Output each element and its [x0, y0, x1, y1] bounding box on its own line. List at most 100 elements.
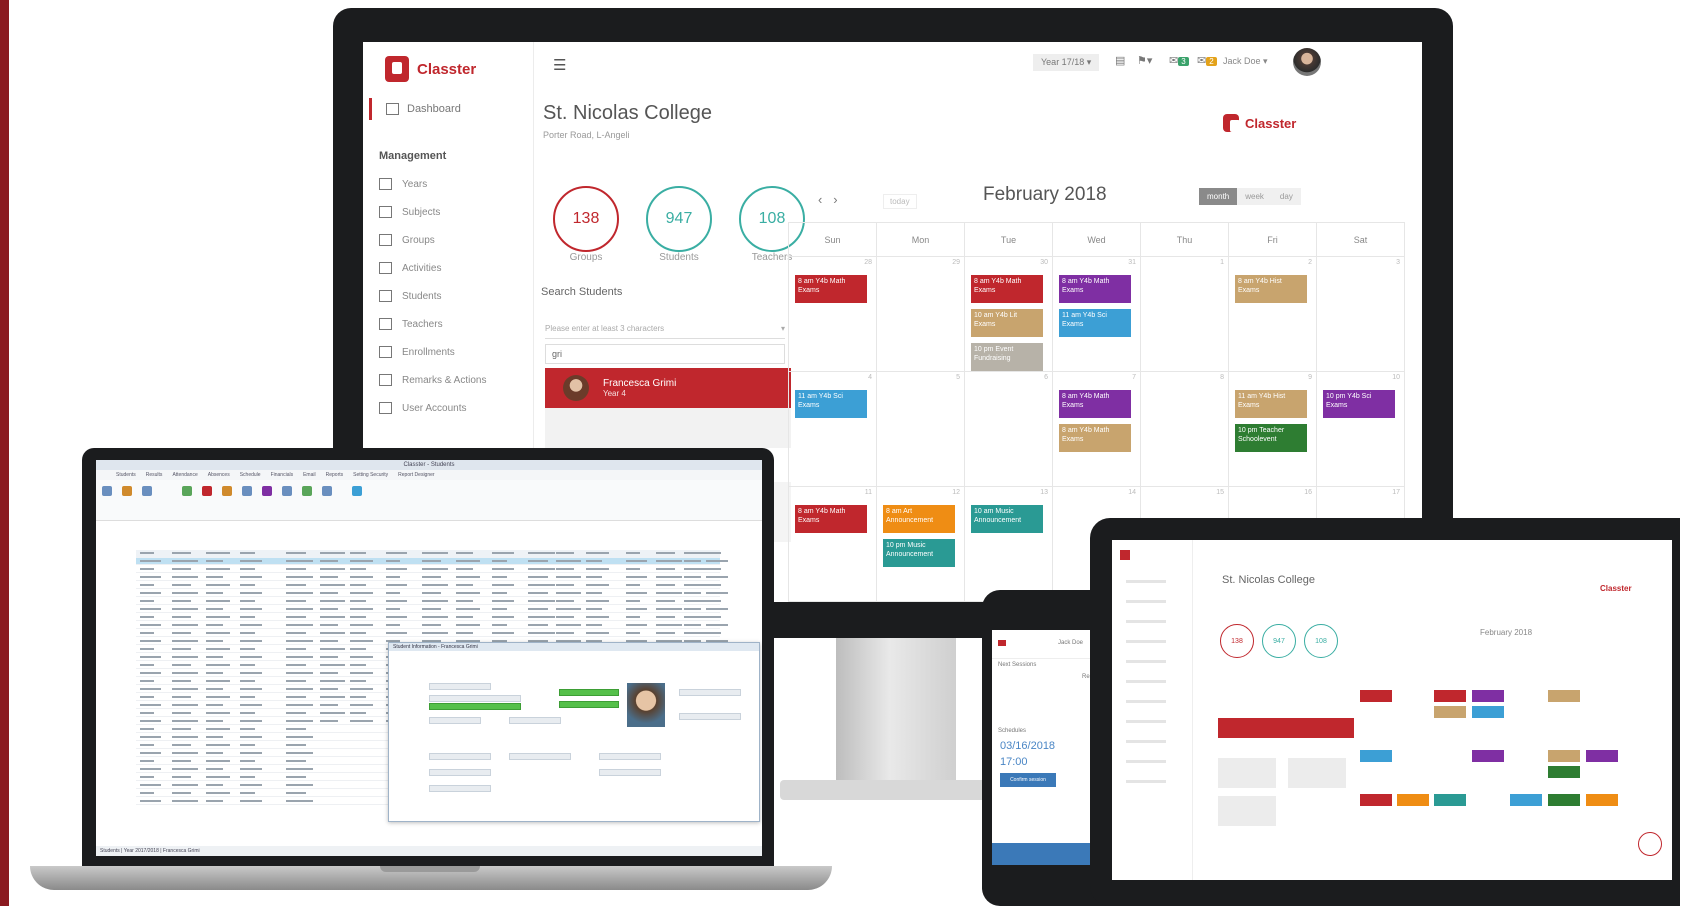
- sidebar-line[interactable]: [1126, 600, 1166, 603]
- table-row[interactable]: [136, 606, 728, 613]
- chevron-left-icon[interactable]: ‹: [818, 192, 822, 207]
- search-input[interactable]: gri: [545, 344, 785, 364]
- calendar-day-cell[interactable]: 1: [1141, 257, 1229, 372]
- calendar-day-cell[interactable]: 8: [1141, 372, 1229, 487]
- chevron-right-icon[interactable]: ›: [833, 192, 837, 207]
- tablet-stat-students[interactable]: 947: [1262, 624, 1296, 658]
- form-field[interactable]: [679, 713, 741, 720]
- sidebar-line[interactable]: [1126, 700, 1166, 703]
- messages-icon[interactable]: ✉ 2: [1197, 54, 1217, 67]
- user-menu[interactable]: Jack Doe ▾: [1223, 56, 1268, 67]
- sidebar-item-dashboard[interactable]: Dashboard: [369, 98, 461, 120]
- calendar-event[interactable]: 8 am Y4b Math Exams: [795, 275, 867, 303]
- calendar-day-cell[interactable]: 3: [1317, 257, 1405, 372]
- tablet-event[interactable]: [1548, 794, 1580, 806]
- toolbar-icon[interactable]: [302, 486, 312, 496]
- ribbon-tab[interactable]: Absences: [208, 472, 230, 478]
- calendar-day-cell[interactable]: 6: [965, 372, 1053, 487]
- tablet-tile[interactable]: [1288, 758, 1346, 788]
- sidebar-item-years[interactable]: Years: [379, 178, 427, 190]
- toolbar-icon[interactable]: [262, 486, 272, 496]
- tablet-event[interactable]: [1510, 794, 1542, 806]
- ribbon-tab[interactable]: Financials: [271, 472, 294, 478]
- hamburger-menu-icon[interactable]: ☰: [553, 56, 566, 74]
- calendar-event[interactable]: 8 am Art Announcement: [883, 505, 955, 533]
- today-button[interactable]: today: [883, 194, 917, 209]
- ribbon-tab[interactable]: Email: [303, 472, 316, 478]
- tablet-event[interactable]: [1434, 706, 1466, 718]
- calendar-event[interactable]: 8 am Y4b Math Exams: [1059, 275, 1131, 303]
- search-select[interactable]: Please enter at least 3 characters ▾: [545, 318, 785, 339]
- toolbar-icon[interactable]: [352, 486, 362, 496]
- tablet-tile[interactable]: [1218, 758, 1276, 788]
- tablet-event[interactable]: [1472, 690, 1504, 702]
- table-row[interactable]: [136, 582, 721, 589]
- view-week-button[interactable]: week: [1237, 188, 1272, 205]
- tablet-event[interactable]: [1360, 750, 1392, 762]
- form-field-highlight[interactable]: [559, 701, 619, 708]
- sidebar-item-user-accounts[interactable]: User Accounts: [379, 402, 466, 414]
- sidebar-line[interactable]: [1126, 740, 1166, 743]
- confirm-session-button[interactable]: Confirm session: [1000, 773, 1056, 787]
- toolbar-icon[interactable]: [182, 486, 192, 496]
- calendar-event[interactable]: 11 am Y4b Sci Exams: [795, 390, 867, 418]
- avatar[interactable]: [1293, 48, 1321, 76]
- calendar-event[interactable]: 11 am Y4b Hist Exams: [1235, 390, 1307, 418]
- stat-students[interactable]: 947 Students: [646, 186, 712, 263]
- sidebar-line[interactable]: [1126, 660, 1166, 663]
- view-day-button[interactable]: day: [1271, 188, 1301, 205]
- tablet-stat-teachers[interactable]: 108: [1304, 624, 1338, 658]
- sidebar-line[interactable]: [1126, 780, 1166, 783]
- ribbon-tab[interactable]: Attendance: [172, 472, 197, 478]
- toolbar-icon[interactable]: [322, 486, 332, 496]
- calendar-event[interactable]: 8 am Y4b Hist Exams: [1235, 275, 1307, 303]
- tablet-event[interactable]: [1472, 706, 1504, 718]
- ribbon-tab[interactable]: Report Designer: [398, 472, 434, 478]
- form-field[interactable]: [429, 695, 521, 702]
- calendar-event[interactable]: 10 pm Teacher Schoolevent: [1235, 424, 1307, 452]
- notifications-icon[interactable]: ✉ 3: [1169, 54, 1189, 67]
- calendar-event[interactable]: 11 am Y4b Sci Exams: [1059, 309, 1131, 337]
- form-field[interactable]: [679, 689, 741, 696]
- calendar-event[interactable]: 10 am Music Announcement: [971, 505, 1043, 533]
- calendar-event[interactable]: 10 pm Y4b Sci Exams: [1323, 390, 1395, 418]
- table-row[interactable]: [136, 630, 721, 637]
- cart-icon[interactable]: ▤: [1115, 54, 1125, 67]
- sidebar-line[interactable]: [1126, 760, 1166, 763]
- form-field[interactable]: [429, 717, 481, 724]
- sidebar-item-subjects[interactable]: Subjects: [379, 206, 440, 218]
- table-row[interactable]: [136, 614, 721, 621]
- calendar-event[interactable]: 10 pm Music Announcement: [883, 539, 955, 567]
- sidebar-item-remarks[interactable]: Remarks & Actions: [379, 374, 486, 386]
- sidebar-line[interactable]: [1126, 580, 1166, 583]
- calendar-event[interactable]: 8 am Y4b Math Exams: [795, 505, 867, 533]
- tablet-stat-groups[interactable]: 138: [1220, 624, 1254, 658]
- sidebar-item-activities[interactable]: Activities: [379, 262, 441, 274]
- form-field[interactable]: [599, 753, 661, 760]
- form-field-highlight[interactable]: [559, 689, 619, 696]
- sidebar-item-enrollments[interactable]: Enrollments: [379, 346, 455, 358]
- calendar-day-cell[interactable]: 5: [877, 372, 965, 487]
- add-button[interactable]: [1638, 832, 1662, 856]
- student-detail-dialog[interactable]: Student Information - Francesca Grimi: [388, 642, 760, 822]
- tablet-event[interactable]: [1548, 766, 1580, 778]
- table-row[interactable]: [136, 566, 721, 573]
- calendar-event[interactable]: 10 pm Event Fundraising: [971, 343, 1043, 371]
- sidebar-item-students[interactable]: Students: [379, 290, 441, 302]
- toolbar-icon[interactable]: [222, 486, 232, 496]
- tablet-event[interactable]: [1434, 690, 1466, 702]
- toolbar-icon[interactable]: [202, 486, 212, 496]
- form-field[interactable]: [429, 769, 491, 776]
- search-result-item-faded[interactable]: [545, 408, 791, 448]
- stat-groups[interactable]: 138 Groups: [553, 186, 619, 263]
- form-field[interactable]: [599, 769, 661, 776]
- flag-dropdown-icon[interactable]: ⚑▾: [1137, 54, 1152, 67]
- tablet-tile[interactable]: [1218, 796, 1276, 826]
- sidebar-line[interactable]: [1126, 720, 1166, 723]
- tablet-event[interactable]: [1360, 690, 1392, 702]
- phone-menu-item[interactable]: Next Sessions: [998, 662, 1036, 668]
- tablet-event[interactable]: [1548, 690, 1580, 702]
- tablet-event[interactable]: [1586, 750, 1618, 762]
- tablet-event[interactable]: [1548, 750, 1580, 762]
- app-logo[interactable]: Classter: [385, 56, 476, 82]
